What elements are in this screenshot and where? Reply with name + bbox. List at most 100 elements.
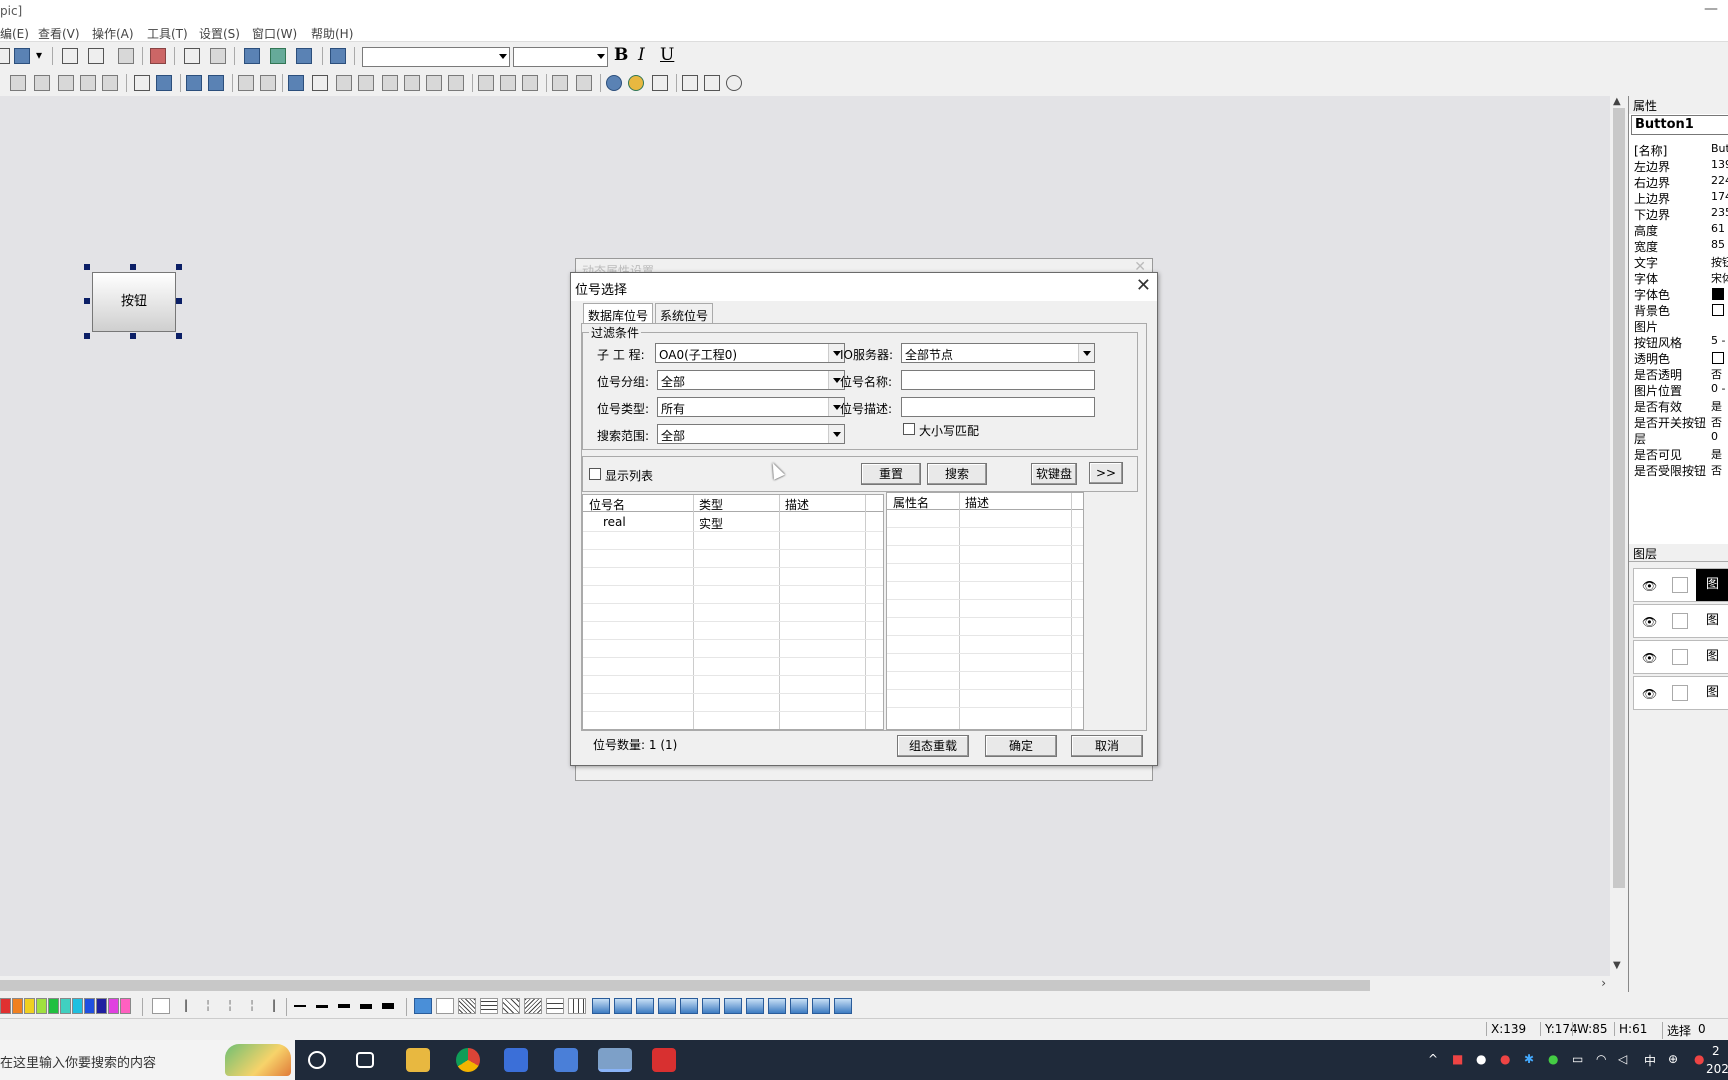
line-width-4[interactable] — [338, 1004, 350, 1008]
property-name[interactable]: 层 — [1634, 430, 1646, 447]
same-width-icon[interactable] — [478, 75, 494, 91]
tag-name-input[interactable] — [901, 370, 1095, 390]
bring-front-icon[interactable] — [186, 75, 202, 91]
property-value[interactable]: 174 — [1711, 190, 1728, 203]
property-name[interactable]: 文字 — [1634, 254, 1658, 271]
tray-icon-2[interactable]: ● — [1500, 1052, 1510, 1066]
col-tag-name[interactable]: 位号名 — [589, 496, 625, 513]
font-size-select[interactable] — [513, 47, 608, 67]
soft-keyboard-button[interactable]: 软键盘 — [1031, 463, 1077, 485]
color-box[interactable] — [1712, 304, 1724, 316]
tab-system-tags[interactable]: 系统位号 — [655, 303, 714, 324]
property-name[interactable]: 是否透明 — [1634, 366, 1682, 383]
scroll-up-icon[interactable]: ▲ — [1613, 96, 1621, 107]
io-server-select[interactable]: 全部节点 — [901, 343, 1095, 363]
color-swatch[interactable] — [96, 998, 107, 1014]
tray-clock[interactable]: 2 — [1712, 1044, 1720, 1058]
bold-button[interactable]: B — [614, 45, 628, 65]
zoom-in-icon[interactable] — [606, 75, 622, 91]
tool-icon-2[interactable] — [270, 48, 286, 64]
flip-horizontal-icon[interactable] — [102, 75, 118, 91]
resize-handle[interactable] — [130, 333, 136, 339]
ungroup-icon[interactable] — [156, 75, 172, 91]
gradient-fill-8[interactable] — [746, 998, 764, 1014]
menu-settings[interactable]: 设置(S) — [199, 25, 240, 42]
property-value[interactable]: 是 — [1711, 446, 1722, 462]
folder-icon[interactable] — [238, 75, 254, 91]
canvas-vertical-scrollbar[interactable]: ▲ ▼ — [1610, 96, 1628, 976]
property-name[interactable]: 背景色 — [1634, 302, 1670, 319]
rotate-right-icon[interactable] — [58, 75, 74, 91]
tool-icon-3[interactable] — [296, 48, 312, 64]
property-value[interactable]: 224 — [1711, 174, 1728, 187]
property-name[interactable]: 图片位置 — [1634, 382, 1682, 399]
property-name[interactable]: 按钮风格 — [1634, 334, 1682, 351]
color-swatch[interactable] — [108, 998, 119, 1014]
tool-icon-1[interactable] — [244, 48, 260, 64]
menu-window[interactable]: 窗口(W) — [252, 25, 297, 42]
tray-bluetooth-icon[interactable]: ✱ — [1524, 1052, 1534, 1066]
align-top-icon[interactable] — [382, 75, 398, 91]
property-value[interactable]: 是 — [1711, 398, 1722, 414]
tray-wechat-icon[interactable]: ● — [1548, 1052, 1558, 1066]
property-value[interactable]: But — [1711, 142, 1728, 155]
property-name[interactable]: 上边界 — [1634, 190, 1670, 207]
fill-hatch-1[interactable] — [458, 998, 476, 1014]
color-box[interactable] — [1712, 352, 1724, 364]
property-name[interactable]: 透明色 — [1634, 350, 1670, 367]
property-value[interactable]: 宋体 — [1711, 270, 1728, 286]
align-center-v-icon[interactable] — [426, 75, 442, 91]
layer-row[interactable]: 👁 图 — [1633, 604, 1728, 638]
gradient-fill-3[interactable] — [636, 998, 654, 1014]
tray-chevron-icon[interactable]: ^ — [1428, 1052, 1438, 1066]
align-center-h-icon[interactable] — [448, 75, 464, 91]
resize-handle[interactable] — [176, 264, 182, 270]
col-type[interactable]: 类型 — [699, 496, 723, 513]
edit-icon[interactable] — [1672, 649, 1688, 665]
property-value[interactable]: 139 — [1711, 158, 1728, 171]
table-row-type[interactable]: 实型 — [699, 515, 723, 532]
fill-solid[interactable] — [414, 998, 432, 1014]
gradient-fill-2[interactable] — [614, 998, 632, 1014]
flip-vertical-icon[interactable] — [80, 75, 96, 91]
layer-name[interactable]: 图 — [1696, 605, 1728, 637]
tag-list-table[interactable]: 位号名 类型 描述 real 实型 — [582, 494, 884, 730]
color-swatch[interactable] — [0, 998, 11, 1014]
property-value[interactable]: 235 — [1711, 206, 1728, 219]
property-name[interactable]: 字体 — [1634, 270, 1658, 287]
property-value[interactable]: 5 - — [1711, 334, 1725, 347]
paste-icon[interactable] — [118, 48, 134, 64]
scroll-down-icon[interactable]: ▼ — [1613, 960, 1621, 971]
space-horizontal-icon[interactable] — [552, 75, 568, 91]
color-swatch[interactable] — [84, 998, 95, 1014]
property-name[interactable]: 是否受限按钮 — [1634, 462, 1706, 479]
tray-icon-4[interactable]: ● — [1694, 1052, 1704, 1066]
chevron-down-icon[interactable] — [828, 425, 844, 443]
property-name[interactable]: 是否有效 — [1634, 398, 1682, 415]
property-value[interactable]: 61 — [1711, 222, 1725, 235]
menu-operate[interactable]: 操作(A) — [92, 25, 134, 42]
gradient-fill-7[interactable] — [724, 998, 742, 1014]
delete-icon[interactable] — [150, 48, 166, 64]
layer-name[interactable]: 图 — [1696, 641, 1728, 673]
color-swatch[interactable] — [36, 998, 47, 1014]
gradient-fill-5[interactable] — [680, 998, 698, 1014]
rotate-left-icon[interactable] — [34, 75, 50, 91]
full-screen-icon[interactable] — [704, 75, 720, 91]
resize-handle[interactable] — [176, 333, 182, 339]
recorder-icon[interactable] — [652, 1048, 676, 1072]
col-property-name[interactable]: 属性名 — [893, 494, 929, 511]
zoom-out-icon[interactable] — [628, 75, 644, 91]
app-icon-1[interactable] — [504, 1048, 528, 1072]
property-name[interactable]: 是否可见 — [1634, 446, 1682, 463]
group-select[interactable]: 全部 — [657, 370, 845, 390]
vertical-scroll-thumb[interactable] — [1613, 108, 1625, 888]
align-right-icon[interactable] — [358, 75, 374, 91]
cut-icon[interactable] — [62, 48, 78, 64]
undo-icon[interactable] — [184, 48, 200, 64]
property-value[interactable]: 0 - — [1711, 382, 1725, 395]
property-value[interactable]: 按钮 — [1711, 254, 1728, 270]
align-bottom-icon[interactable] — [404, 75, 420, 91]
underline-button[interactable]: U — [660, 45, 674, 65]
menu-edit[interactable]: 编(E) — [0, 25, 29, 42]
